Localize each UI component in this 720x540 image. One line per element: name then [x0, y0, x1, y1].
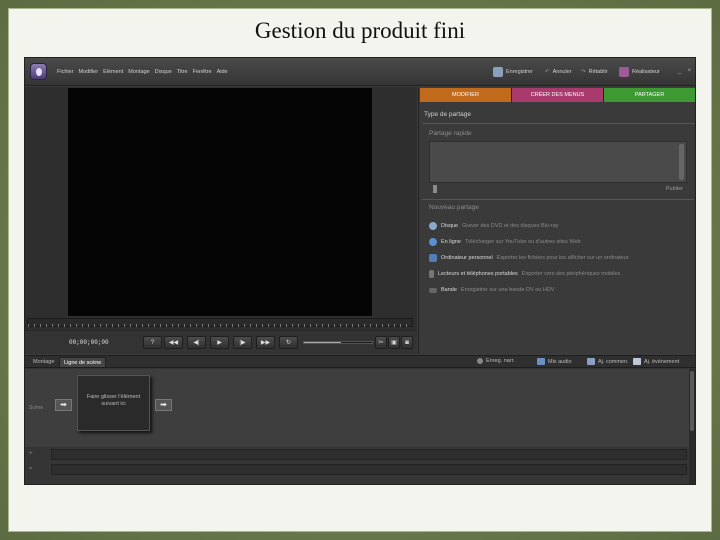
redo-icon: ↷: [581, 69, 586, 75]
share-option-disc[interactable]: Disque Graver des DVD et des disques Blu…: [429, 221, 558, 231]
soundtrack-label: ≈: [29, 466, 33, 472]
timeline-header: Montage Ligne de scène Enreg. narr. Mix …: [25, 356, 695, 368]
tape-icon: [429, 287, 437, 293]
panel-title: Type de partage: [424, 111, 471, 118]
undo-icon: ↶: [545, 69, 550, 75]
minimize-button[interactable]: _: [678, 68, 681, 74]
rewind-button[interactable]: ◀◀: [164, 336, 183, 349]
transition-slot-right[interactable]: ➡: [155, 399, 172, 411]
menu-edit[interactable]: Modifier: [79, 69, 99, 75]
audio-mix-tool[interactable]: Mix audio: [537, 358, 572, 365]
quick-share-footer: Publier: [429, 184, 687, 195]
globe-icon: [429, 238, 437, 246]
volume-fill: [304, 342, 342, 343]
tab-edit[interactable]: MODIFIER: [420, 88, 512, 102]
undo-button[interactable]: ↶ Annuler: [545, 66, 572, 78]
add-event-tool[interactable]: Aj. événement: [633, 358, 679, 365]
organizer-icon: [619, 67, 629, 77]
menubar: Fichier Modifier Elément Montage Disque …: [25, 58, 695, 86]
video-preview: [68, 88, 372, 316]
disc-icon: [429, 222, 437, 230]
loop-button[interactable]: ↻: [279, 336, 298, 349]
close-button[interactable]: ×: [687, 68, 691, 74]
timeline-scrollbar[interactable]: [689, 369, 695, 484]
menu-clip[interactable]: Elément: [103, 69, 123, 75]
share-option-mobile[interactable]: Lecteurs et téléphones portables Exporte…: [429, 269, 620, 279]
tab-menus[interactable]: CRÉER DES MENUS: [512, 88, 604, 102]
scene-label: Scène: [29, 405, 44, 411]
redo-button[interactable]: ↷ Rétablir: [581, 66, 608, 78]
mixer-icon: [537, 358, 545, 365]
menu-file[interactable]: Fichier: [57, 69, 74, 75]
cut-icon[interactable]: ✂: [375, 336, 387, 349]
menu-timeline[interactable]: Montage: [128, 69, 149, 75]
soundtrack-track[interactable]: [51, 464, 687, 475]
monitor-panel: 00;00;00;00 ? ◀◀ ◀| ▶ |▶ ▶▶ ↻ ✂ ▣ ◙: [25, 87, 417, 354]
transition-slot-left[interactable]: ➡: [55, 399, 72, 411]
tab-timeline[interactable]: Montage: [29, 357, 58, 367]
quick-share-label: Partage rapide: [429, 130, 472, 137]
microphone-icon: [477, 358, 483, 364]
menu-window[interactable]: Fenêtre: [193, 69, 212, 75]
narration-tool[interactable]: Enreg. narr.: [477, 358, 515, 364]
scrubber-ticks: [28, 324, 412, 327]
premiere-elements-window: Fichier Modifier Elément Montage Disque …: [24, 57, 696, 485]
app-logo-icon: [30, 63, 47, 80]
narration-track-label: +: [29, 451, 33, 457]
clip-drop-zone[interactable]: Faire glisser l'élément suivant ici: [77, 375, 150, 431]
volume-slider[interactable]: [303, 341, 373, 344]
step-back-button[interactable]: ◀|: [187, 336, 206, 349]
phone-icon: [429, 270, 434, 278]
trash-icon[interactable]: [433, 185, 437, 193]
fast-forward-button[interactable]: ▶▶: [256, 336, 275, 349]
divider: [422, 199, 694, 200]
quick-share-scrollbar[interactable]: [679, 144, 684, 180]
play-button[interactable]: ▶: [210, 336, 229, 349]
main-menu: Fichier Modifier Elément Montage Disque …: [57, 69, 228, 75]
camera-icon[interactable]: ◙: [401, 336, 413, 349]
divider: [422, 123, 694, 124]
step-forward-button[interactable]: |▶: [233, 336, 252, 349]
timeline-scroll-thumb[interactable]: [690, 371, 694, 431]
organizer-button[interactable]: Réalisateur: [619, 66, 660, 78]
add-comment-tool[interactable]: Aj. commen.: [587, 358, 629, 365]
menu-title[interactable]: Titre: [177, 69, 188, 75]
comment-icon: [587, 358, 595, 365]
timeline-panel: Montage Ligne de scène Enreg. narr. Mix …: [25, 355, 695, 484]
share-option-computer[interactable]: Ordinateur personnel Exporter les fichie…: [429, 253, 629, 263]
narration-track[interactable]: [51, 449, 687, 460]
share-option-tape[interactable]: Bande Enregistrer sur une bande DV ou HD…: [429, 285, 554, 295]
menu-help[interactable]: Aide: [217, 69, 228, 75]
computer-icon: [429, 254, 437, 262]
new-share-label: Nouveau partage: [429, 204, 479, 211]
scrubber-bar[interactable]: [27, 318, 413, 327]
publish-button[interactable]: Publier: [666, 186, 683, 192]
save-button[interactable]: Enregistrer: [493, 66, 533, 78]
tab-share[interactable]: PARTAGER: [604, 88, 695, 102]
share-panel: MODIFIER CRÉER DES MENUS PARTAGER Type d…: [418, 87, 695, 354]
event-icon: [633, 358, 641, 365]
grab-frame-icon[interactable]: ▣: [388, 336, 400, 349]
sceneline-area: Scène ➡ Faire glisser l'élément suivant …: [25, 369, 695, 447]
save-icon: [493, 67, 503, 77]
menu-disc[interactable]: Disque: [155, 69, 172, 75]
tab-sceneline[interactable]: Ligne de scène: [59, 357, 107, 367]
slide-title: Gestion du produit fini: [254, 18, 466, 43]
share-option-online[interactable]: En ligne Télécharger sur YouTube ou d'au…: [429, 237, 581, 247]
window-controls: _ ×: [678, 68, 691, 74]
transport-controls: 00;00;00;00 ? ◀◀ ◀| ▶ |▶ ▶▶ ↻ ✂ ▣ ◙: [25, 330, 417, 354]
quick-share-list[interactable]: [429, 141, 687, 183]
panel-tabs: MODIFIER CRÉER DES MENUS PARTAGER: [420, 88, 695, 102]
timecode-display: 00;00;00;00: [69, 339, 109, 346]
help-button[interactable]: ?: [143, 336, 162, 349]
